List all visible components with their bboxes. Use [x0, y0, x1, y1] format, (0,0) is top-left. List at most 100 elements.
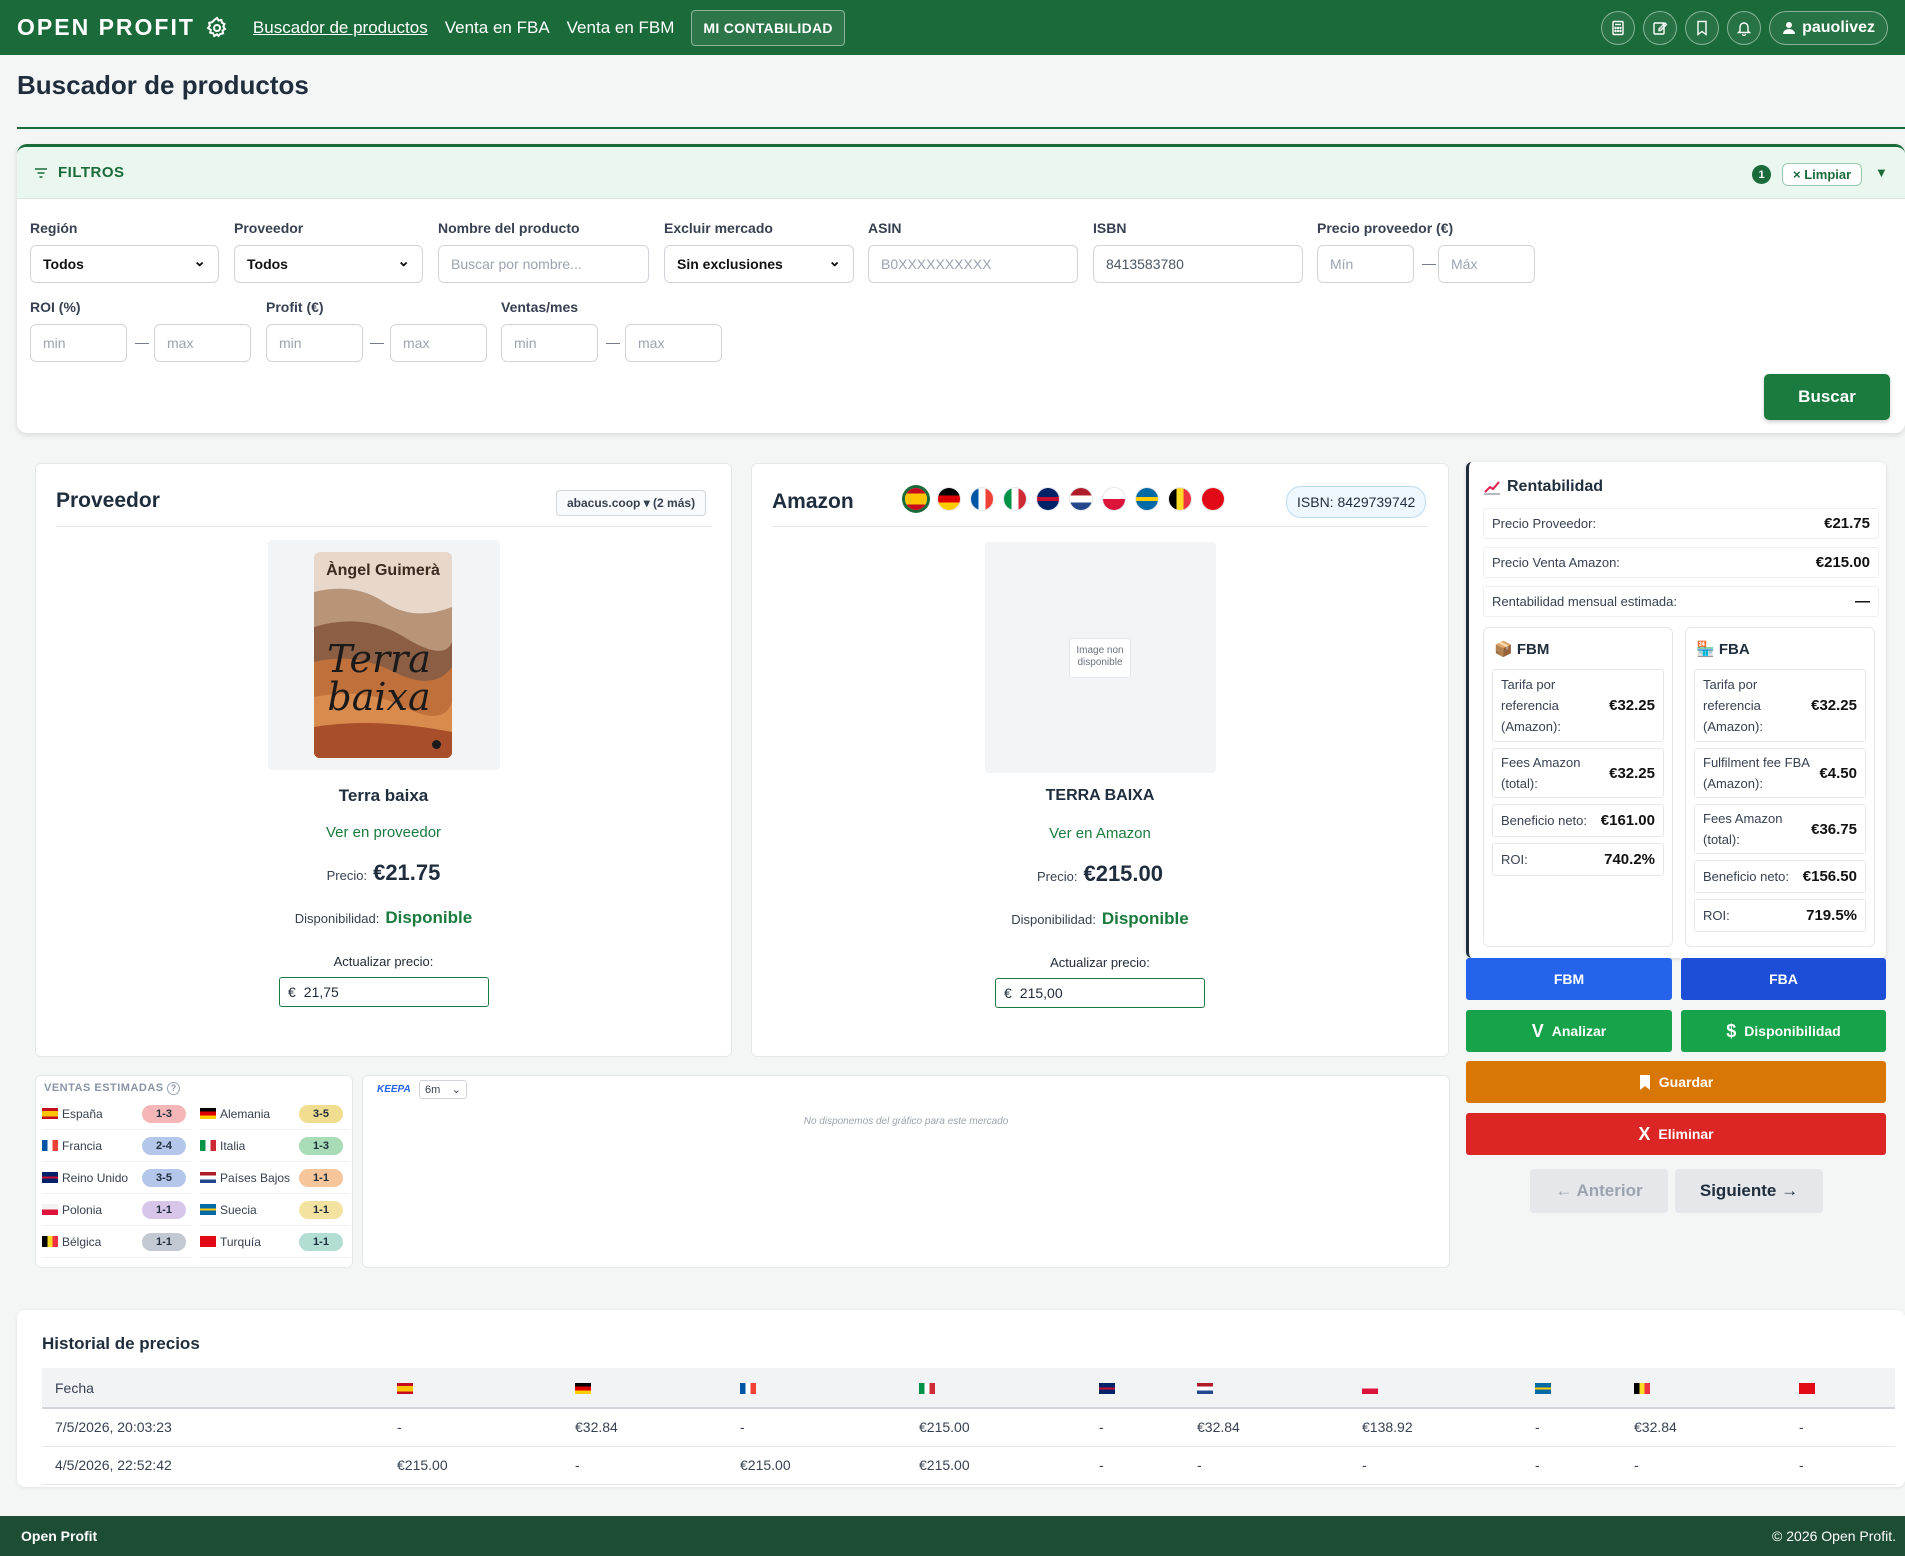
ventas-min-input[interactable]: min [501, 324, 598, 362]
anterior-button[interactable]: ← Anterior [1530, 1169, 1668, 1213]
row-label: Precio Proveedor: [1492, 516, 1597, 531]
flag-se-icon[interactable] [1136, 488, 1158, 510]
nav-buscador[interactable]: Buscador de productos [253, 18, 428, 38]
ventas-range-pill: 2-4 [142, 1137, 186, 1155]
ver-en-amazon-link[interactable]: Ver en Amazon [1049, 825, 1151, 842]
price-cell: - [1621, 1446, 1786, 1485]
flag-pl-icon[interactable] [1103, 488, 1125, 510]
search-button[interactable]: Buscar [1764, 374, 1890, 420]
roi-min-input[interactable]: min [30, 324, 127, 362]
flag-tr-icon[interactable] [1202, 488, 1224, 510]
ventas-title: VENTAS ESTIMADAS ? [44, 1082, 181, 1095]
disponibilidad-label: Disponibilidad [1744, 1023, 1841, 1039]
nav-venta-fba[interactable]: Venta en FBA [445, 18, 550, 38]
profit-min-input[interactable]: min [266, 324, 363, 362]
price-cell: €215.00 [727, 1446, 906, 1485]
row-value: €21.75 [1824, 515, 1870, 532]
ver-en-proveedor-link[interactable]: Ver en proveedor [326, 824, 441, 841]
footer-brand: Open Profit [21, 1528, 98, 1544]
flag-nl-icon [1197, 1383, 1213, 1395]
calculator-icon[interactable] [1601, 10, 1636, 45]
fba-fulfilment-row: Fulfilment fee FBA (Amazon): €4.50 [1694, 748, 1866, 798]
precio-max-input[interactable]: Máx [1438, 245, 1535, 283]
fba-roi-row: ROI: 719.5% [1694, 899, 1866, 932]
disponibilidad-button[interactable]: $ Disponibilidad [1681, 1010, 1886, 1052]
flag-fr-icon[interactable] [971, 488, 993, 510]
page-title: Buscador de productos [17, 70, 309, 100]
siguiente-button[interactable]: Siguiente → [1675, 1169, 1823, 1213]
amazon-price-input[interactable]: €215,00 [995, 978, 1205, 1008]
excluir-select[interactable]: Sin exclusiones [664, 245, 854, 283]
gear-icon[interactable] [205, 16, 229, 40]
edit-icon[interactable] [1643, 10, 1678, 45]
cell-label: ROI: [1501, 852, 1528, 867]
product-name: Terra baixa [338, 786, 429, 805]
historial-table: Fecha 7/5/2026, 20:03:23- €32.84- €215.00-… [42, 1368, 1895, 1485]
asin-input[interactable]: B0XXXXXXXXXX [868, 245, 1078, 283]
table-row: 7/5/2026, 20:03:23- €32.84- €215.00- €32.84… [42, 1408, 1895, 1447]
precio-label: Precio: [326, 868, 368, 883]
profit-label: Profit (€) [266, 299, 324, 315]
flag-es-icon[interactable] [905, 488, 927, 510]
price-cell: - [1086, 1446, 1184, 1485]
supplier-availability: Disponible [385, 908, 473, 927]
help-icon[interactable]: ? [167, 1082, 181, 1095]
flag-be-icon[interactable] [1169, 488, 1191, 510]
filters-header[interactable]: FILTROS 1 × Limpiar ▼ [17, 147, 1905, 199]
analizar-button[interactable]: V Analizar [1466, 1010, 1672, 1052]
ventas-row: Polonia 1-1 [42, 1194, 192, 1226]
region-select[interactable]: Todos [30, 245, 219, 283]
eliminar-button[interactable]: X Eliminar [1466, 1113, 1886, 1155]
proveedor-select[interactable]: Todos [234, 245, 423, 283]
user-menu[interactable]: pauolivez [1769, 10, 1888, 45]
clear-filters-button[interactable]: × Limpiar [1782, 163, 1863, 186]
fbm-button[interactable]: FBM [1466, 958, 1672, 1000]
precio-min-input[interactable]: Mín [1317, 245, 1414, 283]
supplier-selector[interactable]: abacus.coop ▾ (2 más) [556, 490, 707, 516]
logo[interactable]: OPEN PROFIT [17, 14, 195, 41]
fba-button[interactable]: FBA [1681, 958, 1886, 1000]
price-cell: - [1522, 1408, 1621, 1447]
rentabilidad-title: Rentabilidad [1507, 478, 1604, 495]
roi-max-input[interactable]: max [154, 324, 251, 362]
guardar-button[interactable]: Guardar [1466, 1061, 1886, 1103]
roi-label: ROI (%) [30, 299, 81, 315]
nav-venta-fbm[interactable]: Venta en FBM [567, 18, 675, 38]
filter-icon [35, 167, 47, 178]
ventas-row: España 1-3 [42, 1098, 192, 1130]
nombre-input[interactable]: Buscar por nombre... [438, 245, 649, 283]
divider [56, 526, 712, 527]
bookmark-icon[interactable] [1685, 10, 1720, 45]
chevron-down-icon[interactable]: ▼ [1875, 165, 1888, 180]
flag-nl-icon[interactable] [1070, 488, 1092, 510]
flag-es-column-header [384, 1368, 562, 1409]
keepa-range-select[interactable]: 6m ⌄ [419, 1080, 467, 1099]
ventas-max-input[interactable]: max [625, 324, 722, 362]
profit-max-input[interactable]: max [390, 324, 487, 362]
price-cell: - [1786, 1446, 1895, 1485]
bell-icon[interactable] [1727, 10, 1762, 45]
price-cell: - [1086, 1408, 1184, 1447]
flag-it-icon[interactable] [1004, 488, 1026, 510]
price-cell: €215.00 [906, 1408, 1086, 1447]
region-label: Región [30, 220, 78, 236]
user-icon [1783, 21, 1796, 34]
close-icon: X [1638, 1123, 1651, 1144]
proveedor-title: Proveedor [56, 489, 160, 512]
nav-mi-contabilidad[interactable]: MI CONTABILIDAD [691, 9, 845, 46]
cell-label: Fees Amazon (total): [1703, 811, 1783, 847]
ventas-range-pill: 1-1 [299, 1233, 343, 1251]
range-dash: — [370, 334, 384, 350]
top-navbar: OPEN PROFIT Buscador de productos Venta … [0, 0, 1905, 55]
flag-de-icon[interactable] [938, 488, 960, 510]
ventas-row: Reino Unido 3-5 [42, 1162, 192, 1194]
username: pauolivez [1802, 18, 1875, 36]
excluir-value: Sin exclusiones [677, 256, 783, 272]
fbm-title: FBM [1516, 641, 1550, 658]
ventas-row: Países Bajos 1-1 [200, 1162, 350, 1194]
isbn-input[interactable]: 8413583780 [1093, 245, 1303, 283]
package-icon: 📦 [1494, 641, 1513, 658]
supplier-price-input[interactable]: €21,75 [279, 977, 489, 1007]
flag-uk-icon[interactable] [1037, 488, 1059, 510]
rentabilidad-panel: Rentabilidad Precio Proveedor: €21.75 Pre… [1466, 462, 1886, 958]
